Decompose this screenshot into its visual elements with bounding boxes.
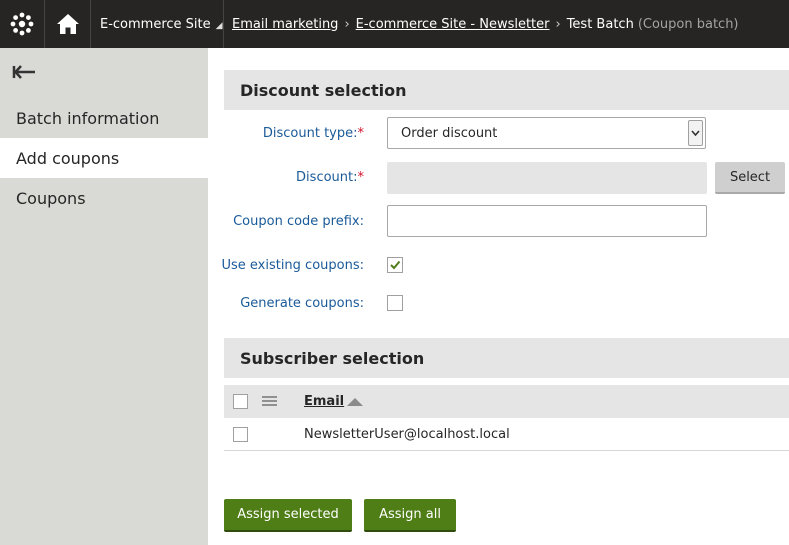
breadcrumb-current-type: (Coupon batch) <box>637 16 739 32</box>
assign-selected-button[interactable]: Assign selected <box>224 499 352 532</box>
site-selector[interactable]: E-commerce Site ◢ <box>91 0 224 48</box>
sidebar-item-label: Coupons <box>16 188 86 208</box>
discount-type-label: Discount type:* <box>263 126 364 141</box>
chevron-right-icon: › <box>344 16 350 32</box>
select-all-checkbox[interactable] <box>233 394 248 409</box>
menu-icon[interactable] <box>262 395 277 411</box>
required-mark: * <box>357 170 365 185</box>
column-header-email[interactable]: Email <box>304 394 344 409</box>
chevron-down-icon <box>688 120 703 146</box>
coupon-prefix-input[interactable] <box>387 205 707 237</box>
discount-label-text: Discount: <box>296 170 358 185</box>
subscriber-selection-heading: Subscriber selection <box>224 338 789 378</box>
table-row: NewsletterUser@localhost.local <box>224 418 789 451</box>
top-bar: E-commerce Site ◢ Email marketing › E-co… <box>0 0 789 48</box>
breadcrumb-current: Test Batch <box>566 16 634 32</box>
discount-selection-heading: Discount selection <box>224 70 789 110</box>
discount-type-label-text: Discount type: <box>262 126 358 141</box>
sidebar-item-label: Add coupons <box>16 148 120 168</box>
assign-all-button[interactable]: Assign all <box>364 499 456 532</box>
sort-ascending-icon[interactable] <box>347 398 363 406</box>
grid-header: Email <box>224 385 789 418</box>
row-checkbox[interactable] <box>233 427 248 442</box>
breadcrumb: Email marketing › E-commerce Site - News… <box>224 0 739 48</box>
select-discount-button[interactable]: Select <box>715 162 785 194</box>
row-email: NewsletterUser@localhost.local <box>304 427 510 442</box>
chevron-right-icon: › <box>555 16 561 32</box>
required-mark: * <box>357 126 365 141</box>
generate-coupons-checkbox[interactable] <box>387 295 403 311</box>
discount-type-value: Order discount <box>401 125 498 141</box>
breadcrumb-email-marketing[interactable]: Email marketing <box>232 17 338 32</box>
app-logo-icon[interactable] <box>0 0 45 48</box>
sidebar: Batch information Add coupons Coupons <box>0 48 208 545</box>
caret-down-icon: ◢ <box>215 21 223 31</box>
checkmark-icon <box>390 260 401 270</box>
discount-type-select[interactable]: Order discount <box>387 117 706 149</box>
use-existing-coupons-checkbox[interactable] <box>387 257 403 273</box>
coupon-prefix-label: Coupon code prefix: <box>233 214 364 229</box>
generate-coupons-label: Generate coupons: <box>240 296 364 311</box>
sidebar-item-batch-information[interactable]: Batch information <box>0 98 208 138</box>
discount-field <box>387 162 707 194</box>
sidebar-item-label: Batch information <box>16 108 160 128</box>
site-name: E-commerce Site <box>100 16 211 32</box>
use-existing-coupons-label: Use existing coupons: <box>221 258 364 273</box>
sidebar-item-coupons[interactable]: Coupons <box>0 178 208 218</box>
discount-label: Discount:* <box>296 170 364 185</box>
home-icon[interactable] <box>45 0 91 48</box>
sidebar-item-add-coupons[interactable]: Add coupons <box>0 138 208 178</box>
breadcrumb-newsletter[interactable]: E-commerce Site - Newsletter <box>356 17 550 32</box>
back-arrow-icon[interactable] <box>12 62 38 82</box>
